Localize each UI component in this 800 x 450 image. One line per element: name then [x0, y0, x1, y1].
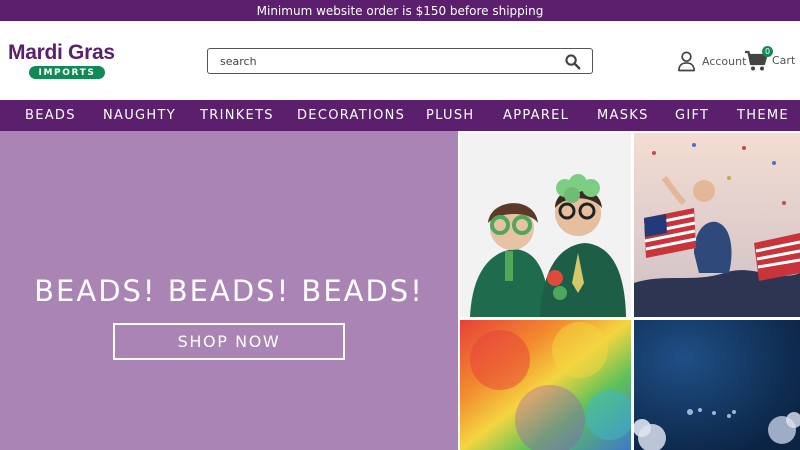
nav-item-beads[interactable]: BEADS	[25, 100, 76, 131]
logo-badge: IMPORTS	[29, 66, 105, 79]
nav-item-plush[interactable]: PLUSH	[426, 100, 474, 131]
search-input[interactable]	[220, 53, 550, 70]
announcement-bar: Minimum website order is $150 before shi…	[0, 0, 800, 21]
photo-rainbow-colors[interactable]	[460, 320, 631, 450]
nav-item-theme[interactable]: THEME	[737, 100, 789, 131]
photo-party-props[interactable]	[460, 133, 631, 317]
hero-title: BEADS! BEADS! BEADS!	[34, 274, 424, 308]
user-icon	[678, 51, 695, 71]
nav-item-decorations[interactable]: DECORATIONS	[297, 100, 405, 131]
nav-item-masks[interactable]: MASKS	[597, 100, 649, 131]
announcement-text: Minimum website order is $150 before shi…	[256, 3, 544, 18]
nav-item-naughty[interactable]: NAUGHTY	[103, 100, 176, 131]
cart-link[interactable]: 0 Cart	[744, 46, 800, 74]
site-header: Mardi Gras IMPORTS Account 0 Cart	[0, 21, 800, 100]
search-icon[interactable]	[564, 53, 581, 70]
account-label: Account	[702, 54, 747, 68]
photo-patriotic-celebration[interactable]	[634, 133, 800, 317]
nav-item-apparel[interactable]: APPAREL	[503, 100, 569, 131]
nav-item-trinkets[interactable]: TRINKETS	[200, 100, 274, 131]
nav-item-gift[interactable]: GIFT	[675, 100, 709, 131]
search-bar	[207, 48, 593, 74]
cart-label: Cart	[772, 54, 796, 67]
logo-wordmark: Mardi Gras	[8, 41, 115, 64]
account-link[interactable]: Account	[677, 50, 746, 72]
hero-banner: BEADS! BEADS! BEADS! SHOP NOW	[0, 131, 458, 450]
main-nav: BEADS NAUGHTY TRINKETS DECORATIONS PLUSH…	[0, 100, 800, 131]
logo[interactable]: Mardi Gras IMPORTS	[8, 42, 128, 82]
photo-concert-crowd[interactable]	[634, 320, 800, 450]
shop-now-button[interactable]: SHOP NOW	[113, 323, 345, 360]
